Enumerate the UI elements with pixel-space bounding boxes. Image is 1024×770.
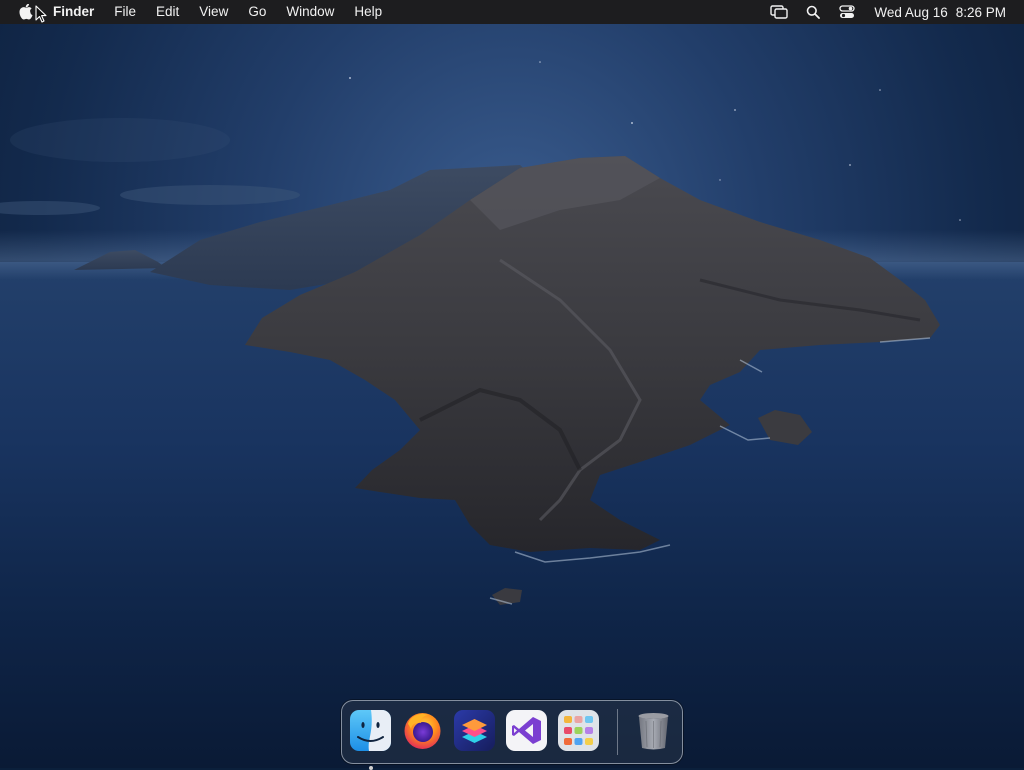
screen-mirroring-icon[interactable] (769, 4, 789, 20)
menu-bar-clock[interactable]: Wed Aug 16 8:26 PM (874, 5, 1006, 20)
menu-go[interactable]: Go (238, 0, 276, 24)
menu-app-finder[interactable]: Finder (53, 0, 104, 24)
desktop-wallpaper (0, 0, 1024, 768)
shortcuts-icon (454, 710, 495, 751)
dock (341, 700, 683, 770)
menu-file[interactable]: File (104, 0, 146, 24)
mouse-pointer-icon (35, 5, 47, 23)
menu-view[interactable]: View (189, 0, 238, 24)
firefox-icon (404, 713, 441, 749)
dock-separator (617, 709, 618, 755)
apple-logo-icon[interactable] (19, 3, 35, 21)
clock-time: 8:26 PM (955, 4, 1006, 20)
dock-app-launchpad[interactable] (558, 710, 599, 751)
finder-icon (350, 710, 391, 751)
dock-trash[interactable] (633, 710, 674, 751)
island-illustration (0, 61, 961, 605)
launchpad-icon (558, 710, 599, 751)
menu-edit[interactable]: Edit (146, 0, 189, 24)
dock-app-finder[interactable] (350, 710, 391, 770)
running-indicator (369, 766, 373, 770)
spotlight-search-icon[interactable] (803, 4, 823, 20)
menu-help[interactable]: Help (344, 0, 392, 24)
menu-window[interactable]: Window (276, 0, 344, 24)
menu-bar: Finder File Edit View Go Window Help Wed… (0, 0, 1024, 24)
clock-date: Wed Aug 16 (874, 4, 948, 20)
control-center-icon[interactable] (837, 4, 857, 20)
dock-app-firefox[interactable] (402, 710, 443, 751)
trash-icon (638, 713, 669, 750)
dock-app-shortcuts[interactable] (454, 710, 495, 751)
dock-app-visual-studio[interactable] (506, 710, 547, 751)
visual-studio-icon (506, 710, 547, 751)
